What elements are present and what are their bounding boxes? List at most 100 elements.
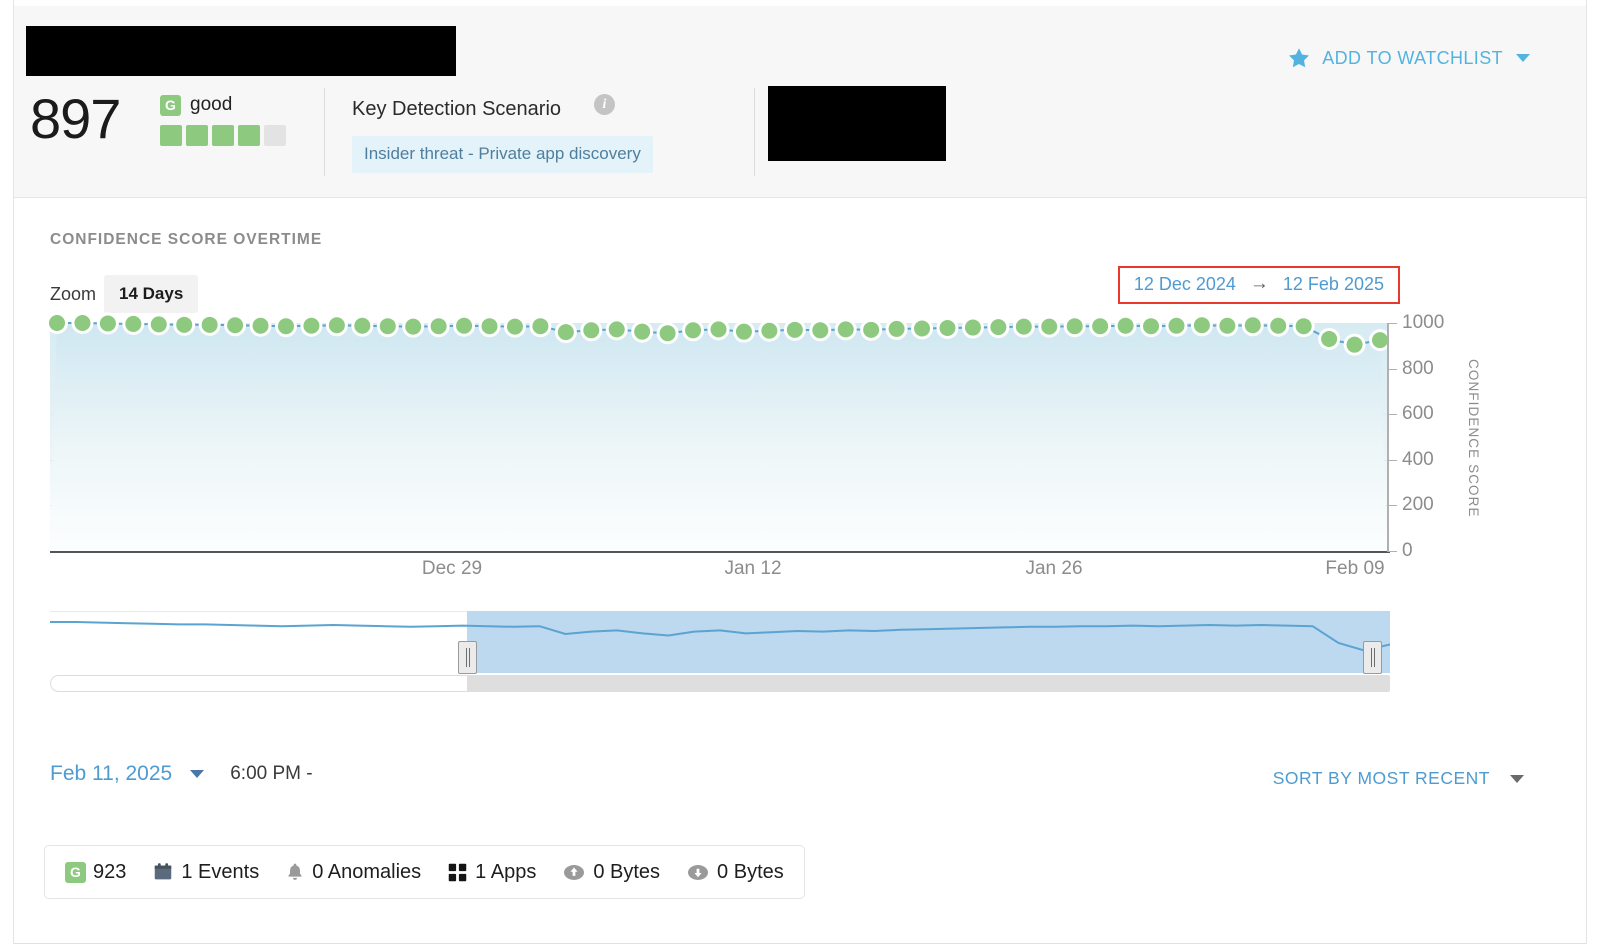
confidence-chart-card: CONFIDENCE SCORE OVERTIME Zoom 14 Days 1…: [14, 198, 1586, 738]
stat-score: G 923: [65, 861, 126, 884]
rating-block-3: [212, 125, 234, 146]
data-point-34[interactable]: [914, 320, 931, 337]
scenario-chip[interactable]: Insider threat - Private app discovery: [352, 136, 653, 173]
stat-download-bytes: 0 Bytes: [686, 861, 784, 884]
data-point-29[interactable]: [786, 321, 803, 338]
data-point-8[interactable]: [252, 317, 269, 334]
y-tick-mark-1000: [1389, 323, 1397, 324]
data-point-37[interactable]: [990, 319, 1007, 336]
grade-badge-icon: G: [65, 861, 86, 883]
x-tick-label-2: Jan 12: [724, 558, 782, 579]
data-point-32[interactable]: [863, 321, 880, 338]
info-icon[interactable]: i: [594, 94, 615, 115]
data-point-5[interactable]: [176, 316, 193, 333]
data-point-47[interactable]: [1244, 317, 1261, 334]
sort-by-control[interactable]: SORT BY MOST RECENT: [1273, 768, 1524, 789]
data-point-9[interactable]: [277, 318, 294, 335]
data-point-17[interactable]: [481, 318, 498, 335]
data-point-36[interactable]: [964, 319, 981, 336]
data-point-6[interactable]: [201, 316, 218, 333]
chevron-down-icon[interactable]: [190, 770, 205, 778]
data-point-23[interactable]: [634, 323, 651, 340]
data-point-0[interactable]: [49, 315, 65, 331]
data-point-3[interactable]: [125, 315, 142, 332]
date-range-selector[interactable]: 12 Dec 2024 → 12 Feb 2025: [1117, 266, 1400, 304]
data-point-27[interactable]: [735, 323, 752, 340]
y-tick-label-0: 0: [1402, 540, 1413, 561]
navigator-left-handle[interactable]: [458, 641, 477, 674]
data-point-48[interactable]: [1270, 317, 1287, 334]
y-tick-label-600: 600: [1402, 403, 1434, 425]
data-point-41[interactable]: [1092, 318, 1109, 335]
x-axis-line: [50, 551, 1390, 553]
data-point-7[interactable]: [227, 317, 244, 334]
data-point-10[interactable]: [303, 317, 320, 334]
data-point-49[interactable]: [1295, 318, 1312, 335]
chart-plot-area[interactable]: [46, 312, 1391, 551]
data-point-2[interactable]: [99, 315, 116, 332]
navigator-right-handle[interactable]: [1363, 641, 1382, 674]
data-point-19[interactable]: [532, 318, 549, 335]
data-point-42[interactable]: [1117, 317, 1134, 334]
data-point-52[interactable]: [1372, 332, 1388, 349]
chevron-down-icon: [1516, 54, 1530, 62]
zoom-14-days-button[interactable]: 14 Days: [104, 275, 199, 313]
rating-label: good: [190, 94, 233, 115]
range-end-date[interactable]: 12 Feb 2025: [1283, 274, 1384, 295]
data-point-35[interactable]: [939, 320, 956, 337]
data-point-40[interactable]: [1066, 318, 1083, 335]
data-point-1[interactable]: [74, 315, 91, 331]
upload-cloud-icon: [564, 865, 585, 880]
data-point-39[interactable]: [1041, 318, 1058, 335]
stat-apps: 1 Apps: [447, 861, 536, 884]
watchlist-label: ADD TO WATCHLIST: [1322, 47, 1503, 68]
data-point-25[interactable]: [685, 322, 702, 339]
chart-range-navigator[interactable]: [50, 606, 1390, 692]
data-point-51[interactable]: [1346, 336, 1363, 353]
navigator-scroll-thumb[interactable]: [467, 675, 1390, 692]
range-start-date[interactable]: 12 Dec 2024: [1134, 274, 1236, 295]
calendar-icon: [155, 863, 172, 880]
rating-blocks: [160, 125, 286, 146]
data-point-28[interactable]: [761, 322, 778, 339]
data-point-11[interactable]: [328, 317, 345, 334]
header-divider-1: [324, 88, 325, 176]
data-point-13[interactable]: [379, 318, 396, 335]
stat-events: 1 Events: [152, 861, 259, 884]
data-point-24[interactable]: [659, 325, 676, 342]
data-point-26[interactable]: [710, 321, 727, 338]
data-point-20[interactable]: [557, 324, 574, 341]
data-point-33[interactable]: [888, 320, 905, 337]
stat-anomalies-value: 0 Anomalies: [312, 860, 422, 883]
date-filter-value[interactable]: Feb 11, 2025: [50, 762, 172, 786]
data-point-22[interactable]: [608, 321, 625, 338]
stat-score-value: 923: [93, 860, 127, 883]
data-point-44[interactable]: [1168, 317, 1185, 334]
data-point-43[interactable]: [1143, 318, 1160, 335]
data-point-4[interactable]: [150, 316, 167, 333]
header-divider-2: [754, 88, 755, 176]
data-point-31[interactable]: [837, 321, 854, 338]
data-point-12[interactable]: [354, 317, 371, 334]
star-icon: [1289, 48, 1310, 68]
data-point-45[interactable]: [1193, 317, 1210, 334]
data-point-21[interactable]: [583, 322, 600, 339]
apps-grid-icon: [448, 863, 467, 881]
data-point-30[interactable]: [812, 322, 829, 339]
chart-section-title: CONFIDENCE SCORE OVERTIME: [50, 231, 323, 248]
data-point-38[interactable]: [1015, 318, 1032, 335]
stat-events-value: 1 Events: [181, 860, 260, 883]
time-filter-value: 6:00 PM -: [230, 763, 313, 784]
y-tick-mark-0: [1389, 551, 1397, 552]
data-point-16[interactable]: [456, 317, 473, 334]
data-point-18[interactable]: [506, 318, 523, 335]
add-to-watchlist-button[interactable]: ADD TO WATCHLIST: [1287, 46, 1530, 70]
y-tick-mark-200: [1389, 505, 1397, 507]
data-point-46[interactable]: [1219, 317, 1236, 334]
data-point-50[interactable]: [1321, 330, 1338, 347]
data-point-14[interactable]: [405, 318, 422, 335]
stat-download-value: 0 Bytes: [717, 860, 784, 883]
rating-block-4: [238, 125, 260, 146]
y-tick-label-1000: 1000: [1402, 312, 1445, 333]
data-point-15[interactable]: [430, 318, 447, 335]
